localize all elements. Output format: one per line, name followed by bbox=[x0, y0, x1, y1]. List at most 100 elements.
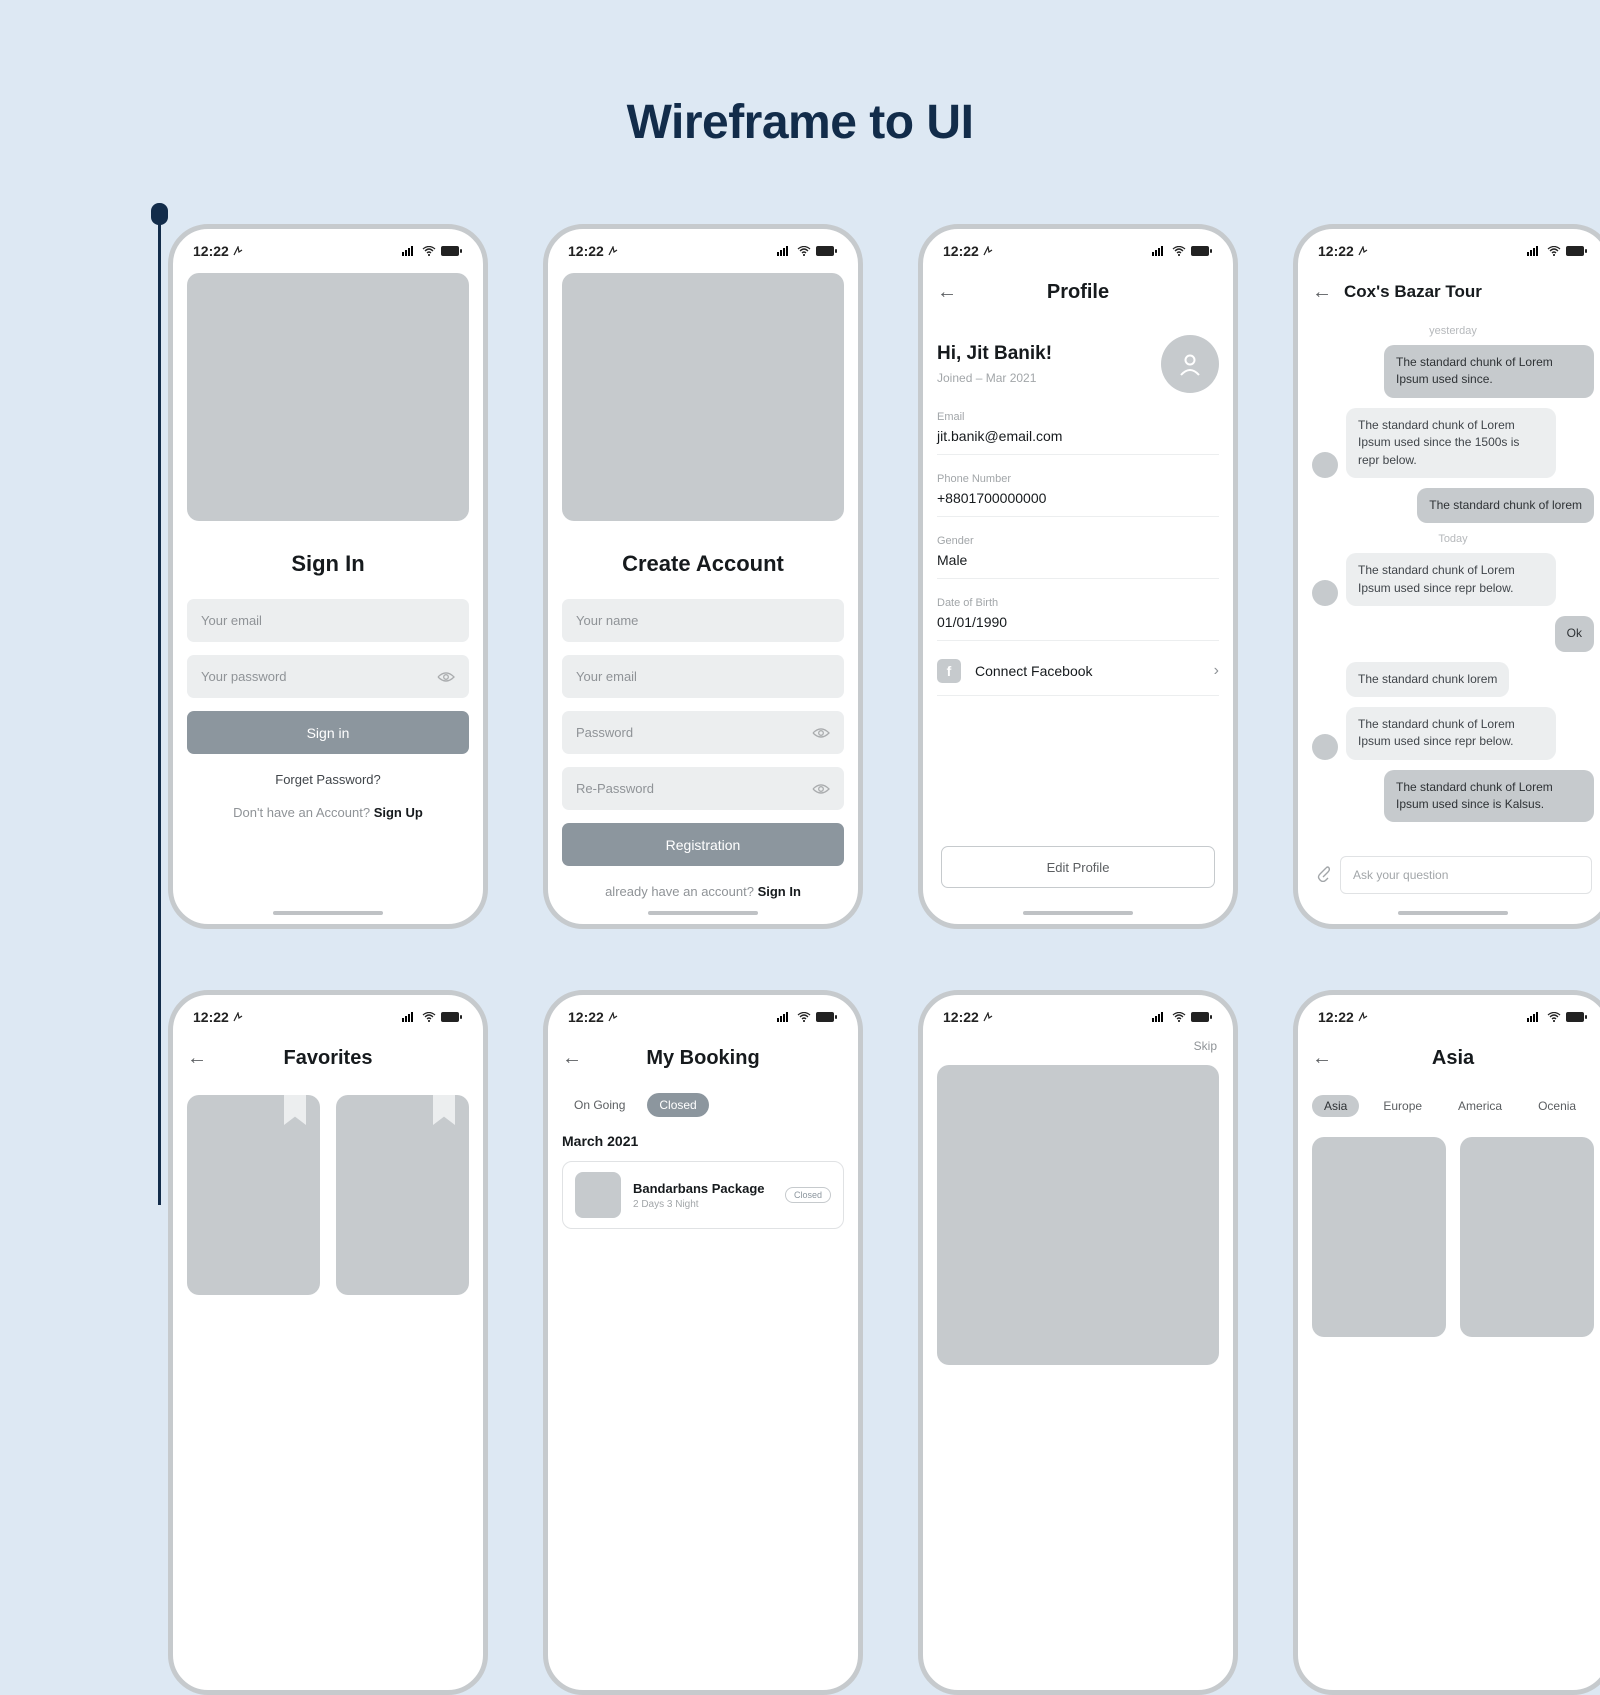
password-field[interactable]: Your password bbox=[187, 655, 469, 698]
status-bar: 12:22 bbox=[937, 1005, 1219, 1029]
phone-favorites: 12:22 ← Favorites bbox=[168, 990, 488, 1695]
status-icons bbox=[1527, 246, 1588, 256]
status-time: 12:22 bbox=[568, 1009, 618, 1025]
phone-chat: 12:22 ← Cox's Bazar Tour yesterday The s… bbox=[1293, 224, 1600, 929]
avatar[interactable] bbox=[1161, 335, 1219, 393]
wifi-icon bbox=[797, 246, 811, 256]
email-field[interactable]: Your email bbox=[562, 655, 844, 698]
bookmark-icon[interactable] bbox=[433, 1095, 455, 1125]
screen-title: Favorites bbox=[187, 1047, 469, 1070]
avatar-icon bbox=[1312, 580, 1338, 606]
status-badge: Closed bbox=[785, 1187, 831, 1203]
message-in: The standard chunk of Lorem Ipsum used s… bbox=[1312, 707, 1594, 760]
eye-icon[interactable] bbox=[812, 727, 830, 739]
edit-profile-button[interactable]: Edit Profile bbox=[941, 846, 1215, 888]
wifi-icon bbox=[1547, 1012, 1561, 1022]
battery-icon bbox=[1566, 1012, 1588, 1022]
message-in: The standard chunk of Lorem Ipsum used s… bbox=[1312, 553, 1594, 606]
region-chip-europe[interactable]: Europe bbox=[1371, 1095, 1434, 1117]
status-icons bbox=[1527, 1012, 1588, 1022]
status-icons bbox=[777, 1012, 838, 1022]
status-icons bbox=[1152, 246, 1213, 256]
forgot-password-link[interactable]: Forget Password? bbox=[187, 772, 469, 787]
booking-card[interactable]: Bandarbans Package 2 Days 3 Night Closed bbox=[562, 1161, 844, 1229]
chat-day-label: Today bbox=[1312, 533, 1594, 545]
skip-link[interactable]: Skip bbox=[937, 1039, 1217, 1053]
phone-signup: 12:22 Create Account Your name Your emai… bbox=[543, 224, 863, 929]
phone-onboarding: 12:22 Skip bbox=[918, 990, 1238, 1695]
info-row-phone: Phone Number+8801700000000 bbox=[937, 473, 1219, 517]
tab-closed[interactable]: Closed bbox=[647, 1093, 708, 1117]
attachment-icon[interactable] bbox=[1314, 864, 1330, 887]
phone-signin: 12:22 Sign In Your email Your password S… bbox=[168, 224, 488, 929]
signin-link[interactable]: Sign In bbox=[758, 884, 801, 899]
battery-icon bbox=[1191, 246, 1213, 256]
wifi-icon bbox=[422, 1012, 436, 1022]
connect-facebook-row[interactable]: f Connect Facebook › bbox=[937, 659, 1219, 696]
chat-input[interactable]: Ask your question bbox=[1340, 856, 1592, 894]
signal-icon bbox=[777, 246, 792, 256]
wifi-icon bbox=[1547, 246, 1561, 256]
wifi-icon bbox=[797, 1012, 811, 1022]
register-button[interactable]: Registration bbox=[562, 823, 844, 866]
eye-icon[interactable] bbox=[437, 671, 455, 683]
region-chip-america[interactable]: America bbox=[1446, 1095, 1514, 1117]
chat-day-label: yesterday bbox=[1312, 325, 1594, 337]
eye-icon[interactable] bbox=[812, 783, 830, 795]
battery-icon bbox=[441, 1012, 463, 1022]
status-bar: 12:22 bbox=[562, 1005, 844, 1029]
home-indicator bbox=[1023, 911, 1133, 915]
tab-ongoing[interactable]: On Going bbox=[562, 1093, 637, 1117]
region-chip-ocenia[interactable]: Ocenia bbox=[1526, 1095, 1588, 1117]
month-label: March 2021 bbox=[562, 1133, 844, 1149]
status-bar: 12:22 bbox=[1312, 1005, 1594, 1029]
profile-greeting: Hi, Jit Banik! bbox=[937, 343, 1052, 365]
name-field[interactable]: Your name bbox=[562, 599, 844, 642]
favorite-card[interactable] bbox=[187, 1095, 320, 1295]
status-bar: 12:22 bbox=[187, 239, 469, 263]
password-field[interactable]: Password bbox=[562, 711, 844, 754]
signal-icon bbox=[1527, 1012, 1542, 1022]
wifi-icon bbox=[422, 246, 436, 256]
thumbnail-placeholder bbox=[575, 1172, 621, 1218]
phone-region: 12:22 ← Asia Asia Europe America Ocenia bbox=[1293, 990, 1600, 1695]
screen-title: Profile bbox=[937, 281, 1219, 304]
booking-subtitle: 2 Days 3 Night bbox=[633, 1199, 773, 1210]
avatar-icon bbox=[1312, 734, 1338, 760]
repassword-field[interactable]: Re-Password bbox=[562, 767, 844, 810]
message-in: The standard chunk lorem bbox=[1312, 662, 1594, 697]
status-time: 12:22 bbox=[193, 1009, 243, 1025]
hero-image-placeholder bbox=[187, 273, 469, 521]
info-row-email: Emailjit.banik@email.com bbox=[937, 411, 1219, 455]
region-chip-asia[interactable]: Asia bbox=[1312, 1095, 1359, 1117]
battery-icon bbox=[816, 246, 838, 256]
message-out: Ok bbox=[1312, 616, 1594, 651]
region-card[interactable] bbox=[1460, 1137, 1594, 1337]
signin-button[interactable]: Sign in bbox=[187, 711, 469, 754]
battery-icon bbox=[1191, 1012, 1213, 1022]
hero-image-placeholder bbox=[937, 1065, 1219, 1365]
message-out: The standard chunk of lorem bbox=[1312, 488, 1594, 523]
screen-title: My Booking bbox=[562, 1047, 844, 1070]
screen-title: Asia bbox=[1312, 1047, 1594, 1070]
favorite-card[interactable] bbox=[336, 1095, 469, 1295]
status-icons bbox=[1152, 1012, 1213, 1022]
email-field[interactable]: Your email bbox=[187, 599, 469, 642]
battery-icon bbox=[816, 1012, 838, 1022]
timeline-line bbox=[158, 205, 161, 1205]
home-indicator bbox=[1398, 911, 1508, 915]
chevron-right-icon: › bbox=[1214, 662, 1219, 680]
region-card[interactable] bbox=[1312, 1137, 1446, 1337]
booking-title: Bandarbans Package bbox=[633, 1181, 773, 1196]
screen-title: Cox's Bazar Tour bbox=[1344, 282, 1594, 302]
message-out: The standard chunk of Lorem Ipsum used s… bbox=[1312, 345, 1594, 398]
back-icon[interactable]: ← bbox=[1312, 281, 1338, 304]
signup-link[interactable]: Sign Up bbox=[374, 805, 423, 820]
bookmark-icon[interactable] bbox=[284, 1095, 306, 1125]
info-row-dob: Date of Birth01/01/1990 bbox=[937, 597, 1219, 641]
status-time: 12:22 bbox=[1318, 1009, 1368, 1025]
facebook-icon: f bbox=[937, 659, 961, 683]
status-time: 12:22 bbox=[1318, 243, 1368, 259]
signal-icon bbox=[402, 246, 417, 256]
signal-icon bbox=[1152, 246, 1167, 256]
